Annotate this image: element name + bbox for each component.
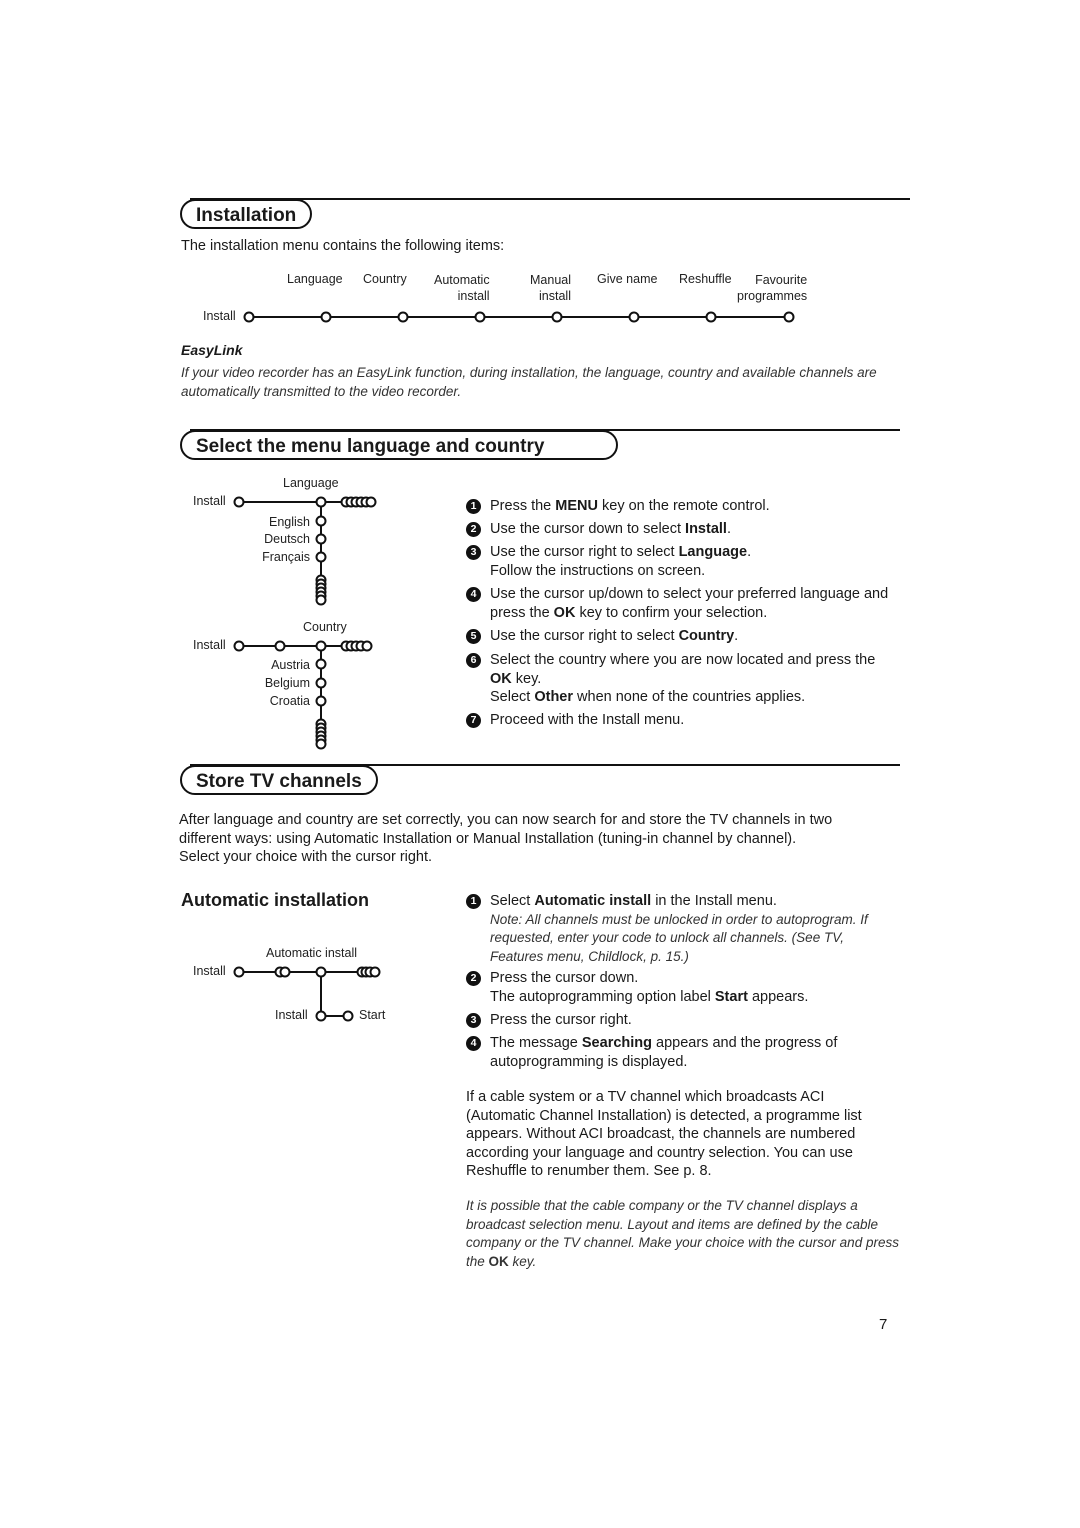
step-number-icon: 1 (466, 894, 481, 909)
auto-install-node (315, 966, 327, 978)
auto-step-2: 2 Press the cursor down. The autoprogramm… (466, 969, 896, 1006)
auto-step-1: 1 Select Automatic install in the Instal… (466, 892, 896, 966)
prior-nodes-indicator (279, 966, 291, 978)
more-items-indicator (369, 966, 381, 978)
aci-paragraph: If a cable system or a TV channel which … (466, 1089, 862, 1179)
cable-note: It is possible that the cable company or… (466, 1198, 899, 1269)
page-number: 7 (879, 1316, 888, 1333)
auto-step-1-note: Note: All channels must be unlocked in o… (490, 911, 868, 964)
auto-start-node (342, 1010, 354, 1022)
step-number-icon: 3 (466, 1013, 481, 1028)
auto-step-3: 3 Press the cursor right. (466, 1011, 896, 1030)
auto-sub-install-node (315, 1010, 327, 1022)
auto-node-root (233, 966, 245, 978)
auto-step-4: 4 The message Searching appears and the … (466, 1034, 866, 1071)
step-number-icon: 4 (466, 1036, 481, 1051)
step-number-icon: 2 (466, 971, 481, 986)
